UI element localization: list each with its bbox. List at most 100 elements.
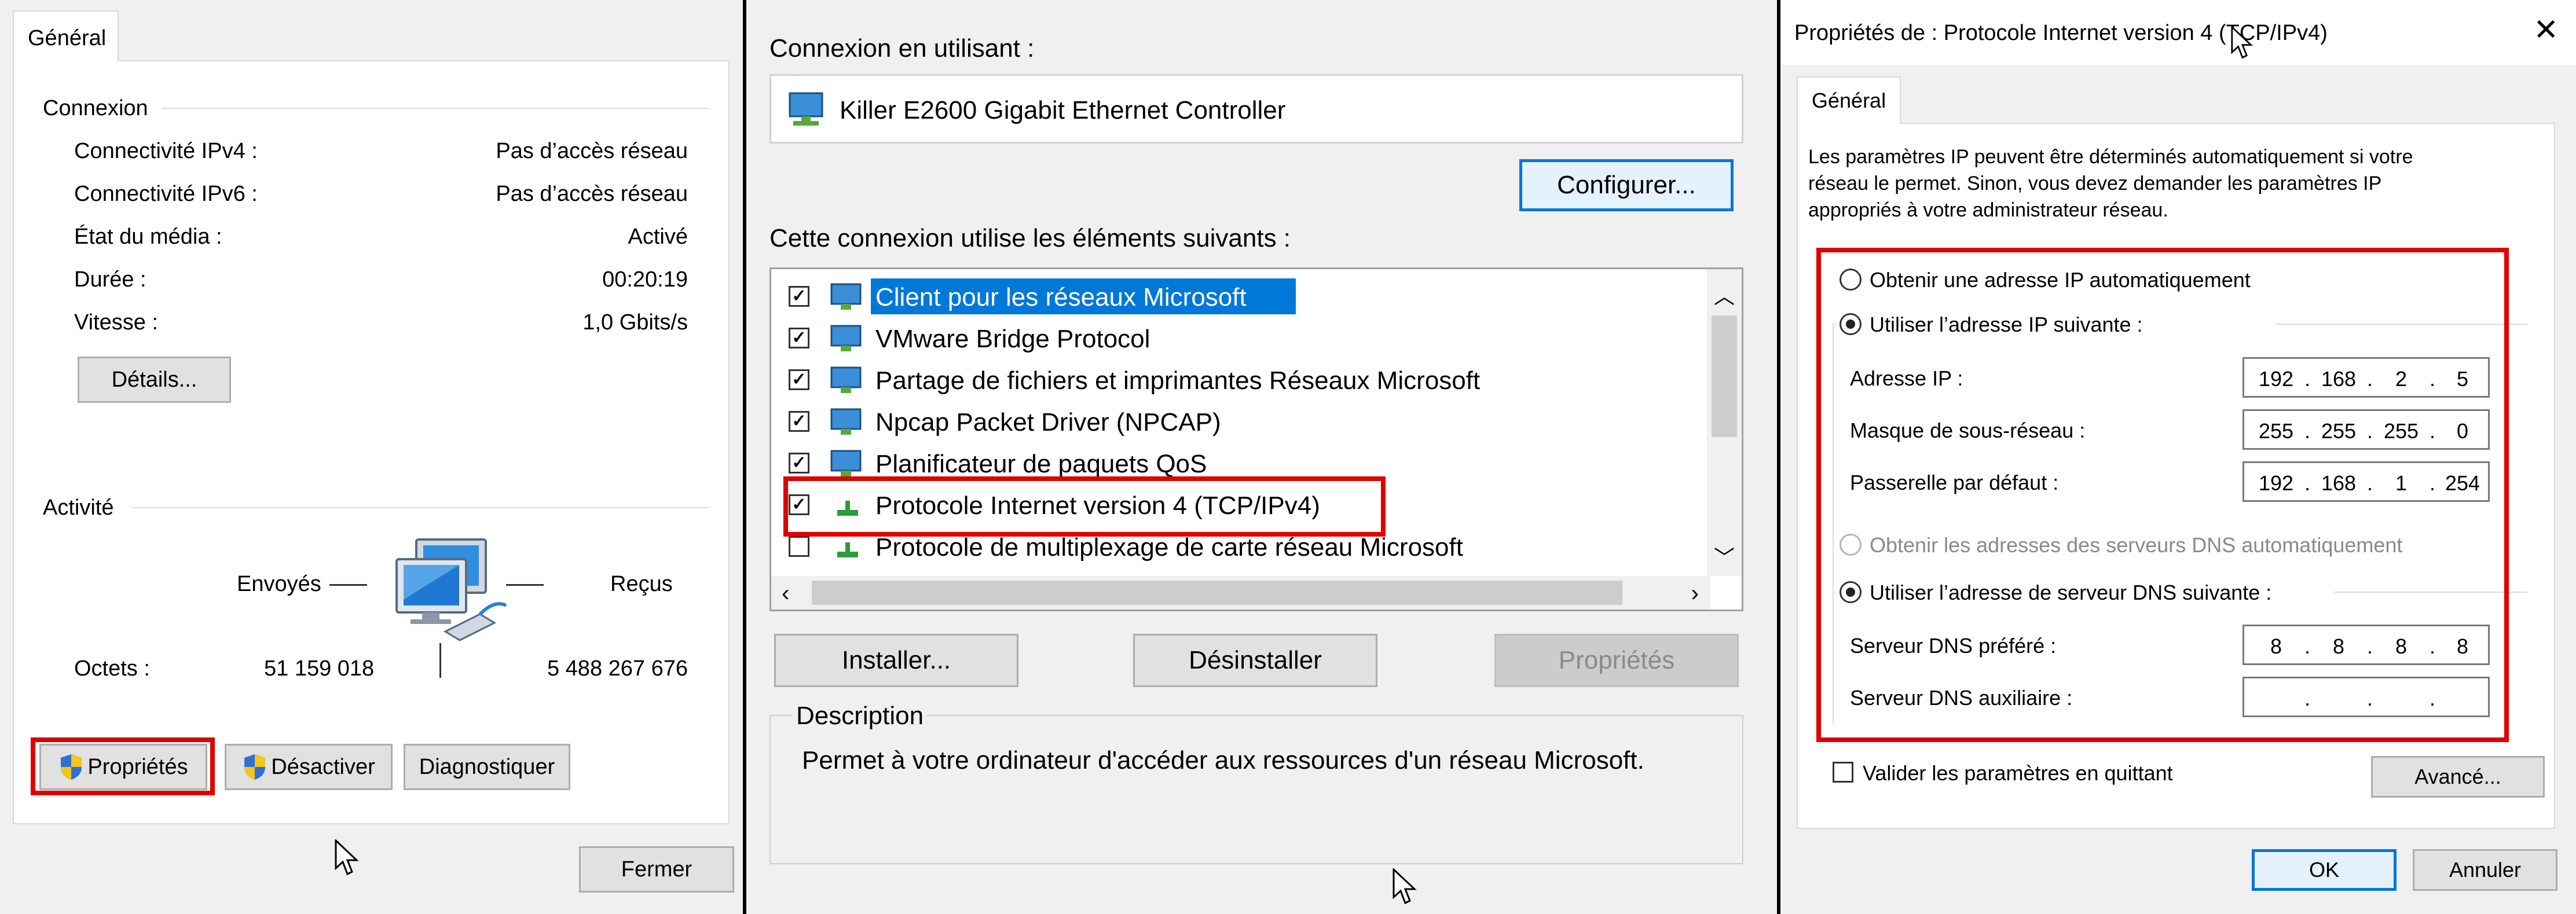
label-ipv6: Connectivité IPv6 :	[74, 182, 258, 206]
label-octets: Octets :	[74, 656, 150, 681]
uninstall-button-label: Désinstaller	[1189, 646, 1322, 674]
close-button-label: Fermer	[621, 857, 692, 882]
chevron-down-icon[interactable]: ﹀	[1707, 541, 1742, 571]
components-listbox[interactable]: ✓ Client pour les réseaux Microsoft ✓ VM…	[769, 267, 1743, 611]
item-label: Planificateur de paquets QoS	[875, 450, 1207, 478]
description-title: Description	[793, 703, 928, 729]
tab-general[interactable]: Général	[1797, 76, 1901, 124]
vertical-scrollbar[interactable]: ︿ ﹀	[1707, 269, 1742, 576]
chevron-right-icon[interactable]: ›	[1691, 581, 1699, 607]
client-network-icon	[830, 283, 862, 310]
dash-line	[506, 584, 544, 586]
check-mark-icon: ✓	[792, 412, 807, 431]
connection-status-panel: Général Connexion Connectivité IPv4 : Pa…	[0, 0, 743, 914]
configure-button[interactable]: Configurer...	[1519, 159, 1734, 211]
item-checkbox[interactable]: ✓	[789, 453, 809, 473]
mouse-cursor-icon	[1393, 868, 1417, 905]
close-icon[interactable]: ✕	[2533, 15, 2559, 45]
diagnose-button[interactable]: Diagnostiquer	[404, 744, 570, 790]
group-divider	[133, 507, 709, 508]
scrollbar-thumb[interactable]	[1712, 315, 1737, 437]
network-service-icon	[830, 325, 862, 351]
tab-general-label: Général	[28, 26, 107, 50]
label-speed: Vitesse :	[74, 310, 159, 335]
validate-checkbox[interactable]	[1833, 762, 1853, 783]
tab-general[interactable]: Général	[13, 10, 119, 61]
item-checkbox[interactable]: ✓	[789, 411, 809, 432]
check-mark-icon: ✓	[792, 453, 807, 472]
ok-button-label: OK	[2308, 858, 2339, 882]
uac-shield-icon	[244, 754, 266, 780]
advanced-button-label: Avancé...	[2414, 765, 2501, 788]
item-checkbox[interactable]	[789, 536, 809, 557]
item-label: Partage de fichiers et imprimantes Résea…	[875, 366, 1481, 395]
horizontal-scrollbar[interactable]: ‹ ›	[771, 576, 1710, 610]
list-item[interactable]: ✓ Npcap Packet Driver (NPCAP)	[771, 401, 1698, 442]
list-item[interactable]: ✓ Client pour les réseaux Microsoft	[771, 276, 1698, 317]
intro-line: Les paramètres IP peuvent être déterminé…	[1808, 146, 2413, 168]
chevron-left-icon[interactable]: ‹	[782, 581, 789, 607]
close-button[interactable]: Fermer	[579, 846, 734, 893]
chevron-up-icon[interactable]: ︿	[1707, 280, 1742, 310]
group-divider	[162, 108, 709, 109]
details-button[interactable]: Détails...	[78, 357, 231, 403]
check-mark-icon: ✓	[792, 328, 807, 347]
advanced-button[interactable]: Avancé...	[2371, 756, 2545, 798]
item-label: Npcap Packet Driver (NPCAP)	[875, 408, 1221, 436]
check-mark-icon: ✓	[792, 370, 807, 389]
item-label: VMware Bridge Protocol	[875, 325, 1150, 353]
check-mark-icon: ✓	[792, 287, 807, 306]
scrollbar-thumb[interactable]	[812, 581, 1622, 605]
label-recus: Reçus	[610, 572, 673, 596]
uninstall-button[interactable]: Désinstaller	[1133, 634, 1377, 687]
group-title-connexion: Connexion	[43, 96, 148, 120]
adapter-box: Killer E2600 Gigabit Ethernet Controller	[769, 74, 1743, 144]
properties-button[interactable]: Propriétés	[1494, 634, 1739, 687]
adapter-properties-panel: Connexion en utilisant : Killer E2600 Gi…	[746, 0, 1777, 914]
mouse-cursor-icon	[2231, 25, 2253, 59]
item-label: Protocole de multiplexage de carte résea…	[875, 533, 1463, 561]
description-group	[769, 715, 1743, 864]
item-checkbox[interactable]: ✓	[789, 286, 809, 307]
value-media: Activé	[628, 225, 688, 249]
octets-received: 5 488 267 676	[547, 656, 688, 681]
highlight-box	[31, 737, 215, 795]
list-item[interactable]: ✓ VMware Bridge Protocol	[771, 318, 1698, 358]
list-item[interactable]: ✓ Partage de fichiers et imprimantes Rés…	[771, 359, 1698, 400]
cancel-button[interactable]: Annuler	[2413, 849, 2557, 891]
group-title-activite: Activité	[43, 495, 114, 520]
highlight-box	[783, 476, 1386, 537]
value-ipv6: Pas d’accès réseau	[496, 182, 688, 206]
network-service-icon	[830, 408, 862, 435]
item-checkbox[interactable]: ✓	[789, 369, 809, 390]
adapter-name: Killer E2600 Gigabit Ethernet Controller	[840, 96, 1286, 124]
disable-button-label: Désactiver	[271, 754, 375, 779]
item-checkbox[interactable]: ✓	[789, 328, 809, 348]
install-button[interactable]: Installer...	[774, 634, 1018, 687]
value-ipv4: Pas d’accès réseau	[496, 139, 688, 163]
network-computers-icon	[395, 538, 507, 641]
properties-button-label: Propriétés	[1558, 646, 1675, 674]
tab-general-label: Général	[1812, 89, 1886, 112]
items-label: Cette connexion utilise les éléments sui…	[769, 224, 1291, 252]
details-button-label: Détails...	[111, 367, 197, 392]
protocol-icon	[837, 542, 858, 557]
value-speed: 1,0 Gbits/s	[582, 310, 688, 335]
highlight-box	[1816, 248, 2509, 742]
ok-button[interactable]: OK	[2252, 849, 2397, 891]
configure-button-label: Configurer...	[1557, 171, 1696, 199]
item-label: Client pour les réseaux Microsoft	[875, 283, 1247, 311]
intro-line: appropriés à votre administrateur réseau…	[1808, 199, 2168, 221]
intro-line: réseau le permet. Sinon, vous devez dema…	[1808, 172, 2382, 194]
description-text: Permet à votre ordinateur d'accéder aux …	[802, 746, 1644, 774]
diagnose-button-label: Diagnostiquer	[419, 754, 555, 779]
octets-sent: 51 159 018	[264, 656, 375, 681]
value-duration: 00:20:19	[602, 267, 688, 292]
label-envoyes: Envoyés	[237, 572, 321, 596]
cancel-button-label: Annuler	[2449, 858, 2522, 882]
label-ipv4: Connectivité IPv4 :	[74, 139, 258, 163]
disable-button[interactable]: Désactiver	[225, 744, 393, 790]
validate-label: Valider les paramètres en quittant	[1863, 761, 2173, 785]
title-bar: Propriétés de : Protocole Internet versi…	[1780, 0, 2576, 65]
network-adapter-icon	[789, 92, 823, 126]
